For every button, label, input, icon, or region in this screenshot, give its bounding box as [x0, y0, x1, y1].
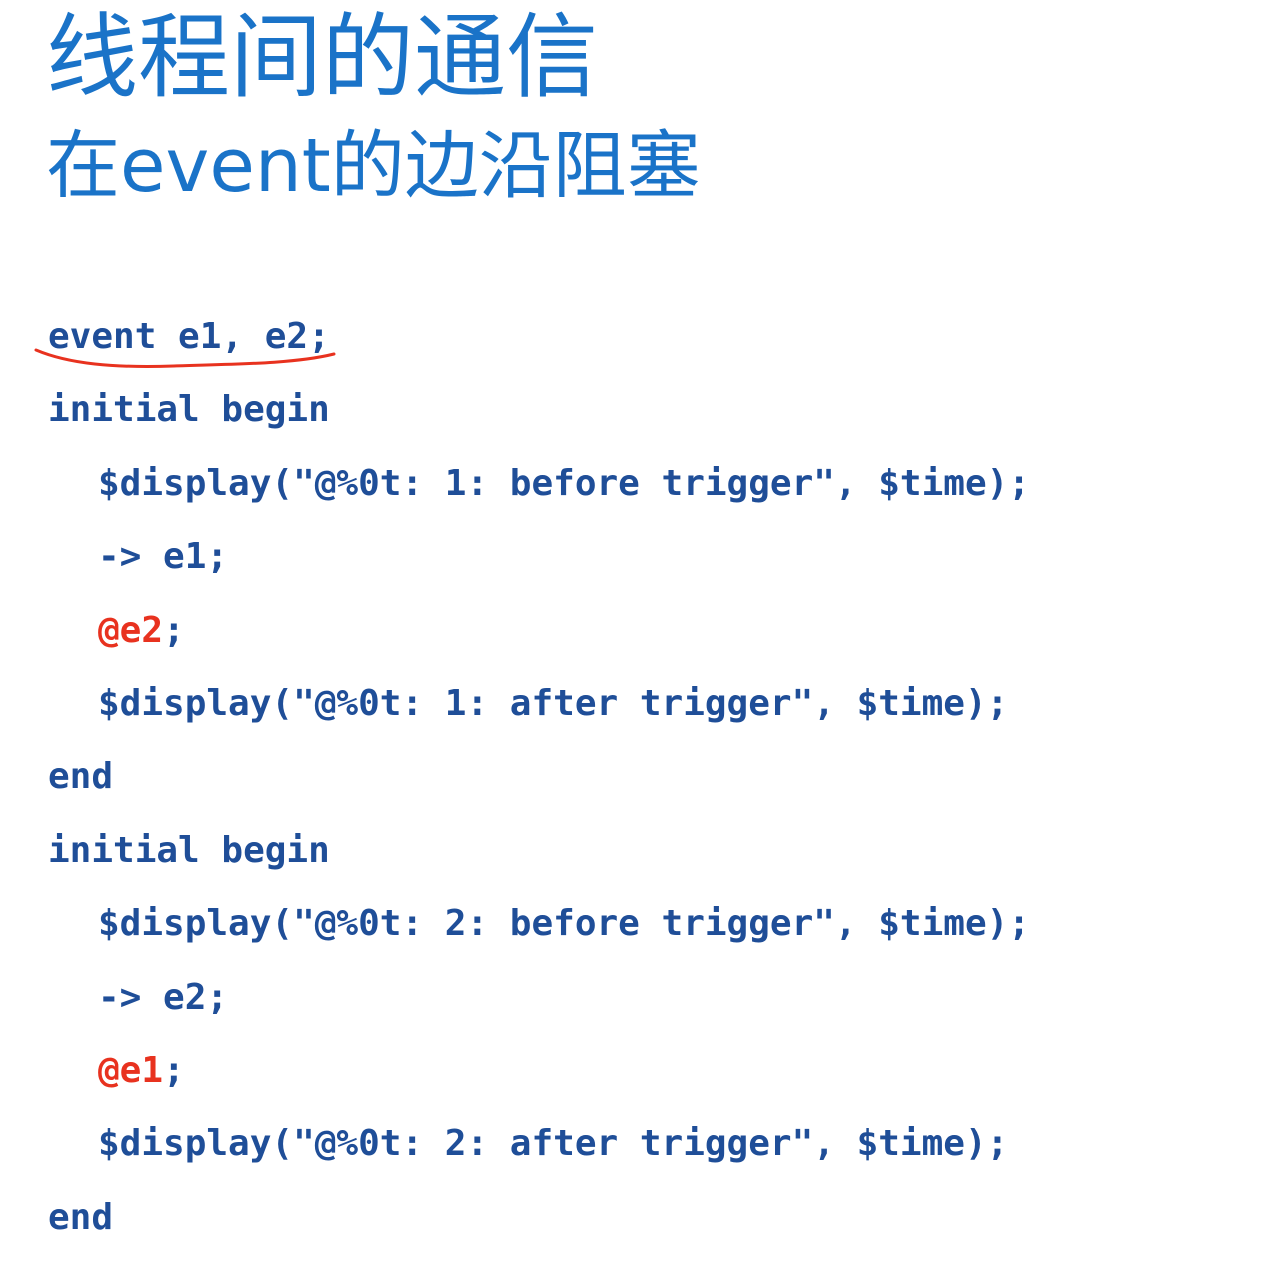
code-line-initial-begin-2: initial begin — [48, 829, 330, 871]
code-line-display-before-1: $display("@%0t: 1: before trigger", $tim… — [98, 462, 1030, 504]
code-line-display-before-2: $display("@%0t: 2: before trigger", $tim… — [98, 903, 1030, 945]
code-block: event e1, e2; initial begin $display("@%… — [34, 300, 1030, 1254]
code-line-display-after-2: $display("@%0t: 2: after trigger", $time… — [98, 1123, 1009, 1165]
code-line-end-2: end — [48, 1196, 114, 1238]
code-line-display-after-1: $display("@%0t: 1: after trigger", $time… — [98, 682, 1009, 724]
code-line-trigger-e2: -> e2; — [98, 976, 229, 1018]
slide: 线程间的通信 在event的边沿阻塞 event e1, e2; initial… — [0, 0, 1274, 1280]
red-handwritten-underline — [34, 348, 336, 368]
event-declaration-text: event e1, e2 — [34, 300, 336, 373]
code-line-trigger-e1: -> e1; — [98, 536, 229, 578]
code-line-initial-begin-1: initial begin — [48, 389, 330, 431]
code-line-wait-e1: @e1; — [48, 1034, 1030, 1107]
slide-subtitle: 在event的边沿阻塞 — [46, 123, 701, 209]
wait-e1-semicolon: ; — [163, 1049, 185, 1091]
code-line-end-1: end — [48, 756, 114, 798]
code-line-event-declaration: event e1, e2; — [34, 300, 1030, 373]
code-line-wait-e2: @e2; — [48, 594, 1030, 667]
slide-title: 线程间的通信 — [46, 4, 599, 111]
wait-e2-highlight: @e2 — [98, 609, 164, 651]
wait-e1-highlight: @e1 — [98, 1049, 164, 1091]
wait-e2-semicolon: ; — [163, 609, 185, 651]
